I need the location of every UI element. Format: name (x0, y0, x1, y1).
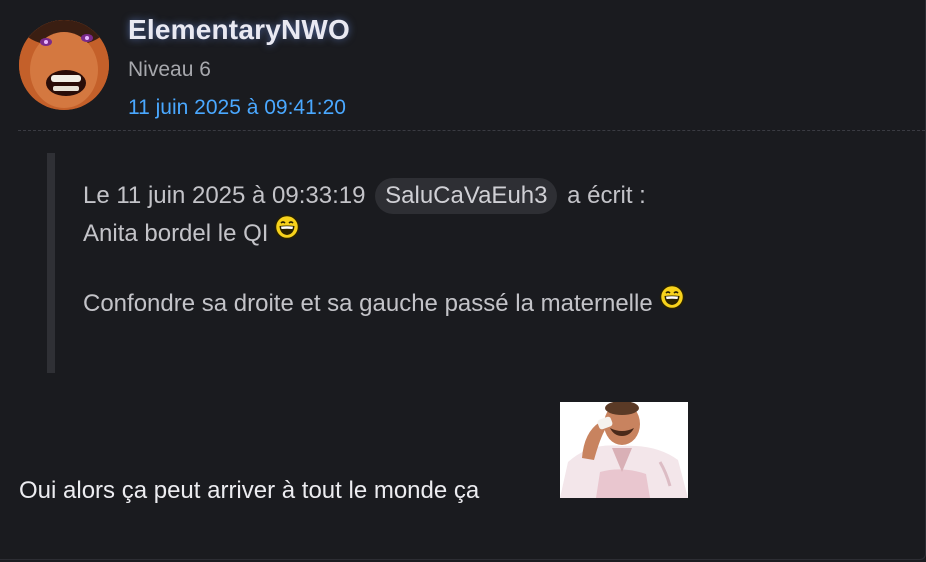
quote-text-line1: Anita bordel le QI (83, 220, 269, 247)
author-username[interactable]: ElementaryNWO (128, 14, 350, 46)
header-divider (18, 130, 925, 131)
author-level: Niveau 6 (128, 58, 211, 81)
quote-text-line2: Confondre sa droite et sa gauche passé l… (83, 290, 653, 317)
big-laugh-smiley-icon (274, 214, 300, 247)
quote-date: Le 11 juin 2025 à 09:33:19 (83, 182, 366, 209)
quote-header: Le 11 juin 2025 à 09:33:19 SaluCaVaEuh3 … (83, 178, 646, 214)
laughing-man-sticker-icon (560, 402, 688, 498)
user-avatar[interactable] (19, 20, 109, 110)
forum-post: ElementaryNWO Niveau 6 11 juin 2025 à 09… (0, 0, 926, 560)
quote-header-suffix: a écrit : (567, 182, 646, 209)
big-laugh-smiley-icon (659, 284, 685, 317)
reply-text: Oui alors ça peut arriver à tout le mond… (19, 477, 480, 504)
post-date-link[interactable]: 11 juin 2025 à 09:41:20 (128, 96, 346, 120)
quote-line: Anita bordel le QI (83, 214, 300, 248)
quoted-user-mention[interactable]: SaluCaVaEuh3 (375, 178, 558, 214)
quote-block: Le 11 juin 2025 à 09:33:19 SaluCaVaEuh3 … (47, 153, 795, 373)
quote-line: Confondre sa droite et sa gauche passé l… (83, 284, 685, 318)
